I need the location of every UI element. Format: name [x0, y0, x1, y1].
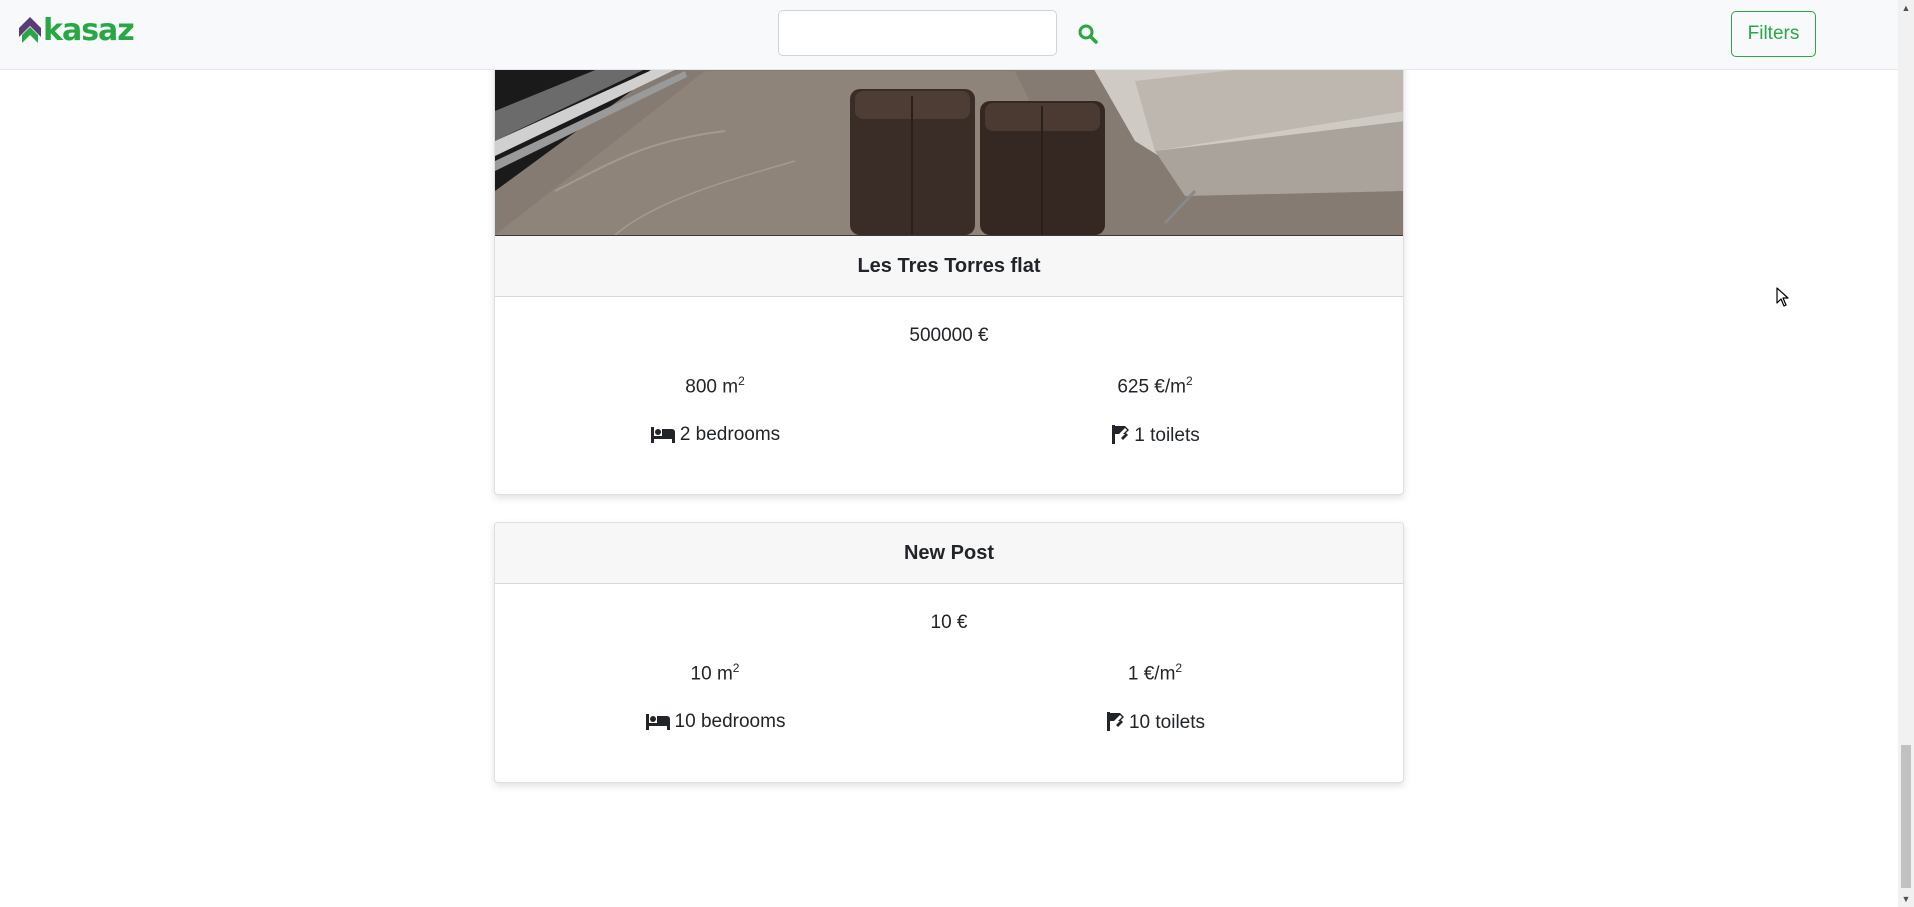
listing-bedrooms: 10 bedrooms	[495, 711, 935, 733]
brand-logo[interactable]: kasaz	[18, 12, 135, 48]
listing-toilets: 10 toilets	[935, 711, 1375, 734]
bed-icon	[645, 714, 670, 730]
search-button[interactable]	[1072, 18, 1104, 50]
listing-toilets: 1 toilets	[935, 424, 1375, 447]
toilets-label: 10 toilets	[1128, 712, 1206, 733]
mouse-cursor-icon	[1776, 287, 1789, 307]
toilet-icon	[1112, 425, 1130, 444]
price-per-m2-value: 625 €/m	[1117, 376, 1186, 398]
listing-card[interactable]: New Post 10 € 10 m2 1 €/m2 10 bedrooms 1…	[494, 522, 1404, 783]
scroll-down-arrow-icon[interactable]: ▼	[1898, 891, 1914, 907]
house-chevron-icon	[19, 17, 41, 43]
page: kasaz Filters Les Tres Torres flat 50000…	[0, 0, 1914, 907]
price-per-m2-exponent: 2	[1175, 661, 1183, 675]
navbar: kasaz Filters	[0, 0, 1898, 70]
listing-details: 500000 € 800 m2 625 €/m2 2 bedrooms 1 to…	[495, 297, 1403, 494]
price-per-m2-exponent: 2	[1185, 374, 1193, 388]
scroll-thumb[interactable]	[1901, 745, 1911, 888]
area-value: 800 m	[685, 376, 739, 398]
filters-button[interactable]: Filters	[1731, 11, 1816, 57]
bedrooms-label: 10 bedrooms	[674, 711, 786, 732]
listing-price-per-m2: 625 €/m2	[935, 374, 1375, 398]
bed-icon	[650, 427, 675, 443]
listing-bedrooms: 2 bedrooms	[495, 424, 935, 446]
listing-title[interactable]: Les Tres Torres flat	[495, 236, 1403, 297]
scroll-up-arrow-icon[interactable]: ▲	[1898, 0, 1914, 16]
area-value: 10 m	[690, 663, 733, 685]
vertical-scrollbar[interactable]: ▲ ▼	[1898, 0, 1914, 907]
listing-price-per-m2: 1 €/m2	[935, 661, 1375, 685]
bedrooms-label: 2 bedrooms	[679, 424, 781, 445]
listing-details: 10 € 10 m2 1 €/m2 10 bedrooms 10 toilets	[495, 584, 1403, 782]
listing-title[interactable]: New Post	[495, 523, 1403, 584]
price-per-m2-value: 1 €/m	[1127, 663, 1176, 685]
search-icon	[1078, 24, 1098, 44]
toilet-icon	[1106, 712, 1124, 731]
listing-area: 10 m2	[495, 661, 935, 685]
area-exponent: 2	[738, 374, 745, 388]
listing-area: 800 m2	[495, 374, 935, 398]
area-exponent: 2	[732, 661, 740, 675]
search-input[interactable]	[778, 10, 1057, 56]
listing-price: 500000 €	[909, 325, 989, 346]
listing-card[interactable]: Les Tres Torres flat 500000 € 800 m2 625…	[494, 0, 1404, 495]
brand-name: kasaz	[43, 12, 135, 48]
toilets-label: 1 toilets	[1134, 425, 1200, 446]
listing-price: 10 €	[930, 612, 968, 633]
